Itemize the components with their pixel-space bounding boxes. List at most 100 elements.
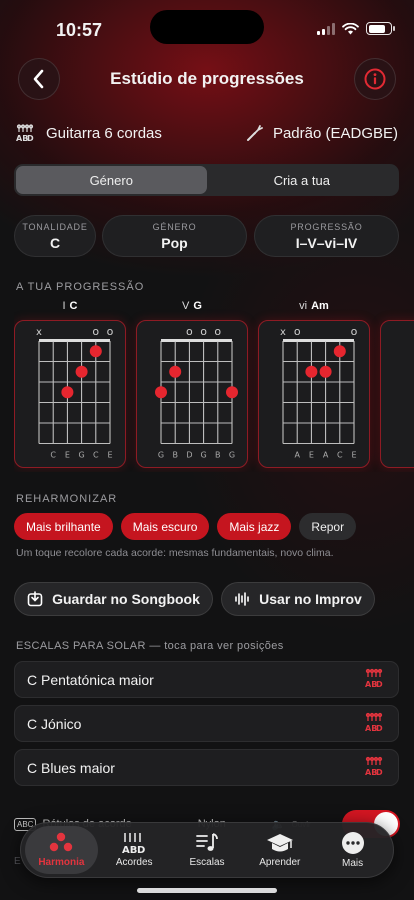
- genre-pill-value: Pop: [161, 234, 188, 251]
- chord-card-partial[interactable]: [380, 320, 414, 468]
- tab-acordes[interactable]: AB D Acordes: [98, 826, 171, 874]
- chord-name: Am: [311, 300, 329, 312]
- battery-icon: [366, 22, 395, 35]
- string-note-label: C: [337, 451, 343, 460]
- string-note-label: E: [65, 451, 70, 460]
- segment-genero[interactable]: Género: [16, 166, 207, 194]
- music-notes-icon: [196, 833, 218, 851]
- svg-text:D: D: [376, 768, 383, 776]
- use-improv-button[interactable]: Usar no Improv: [221, 582, 375, 616]
- string-note-label: E: [107, 451, 112, 460]
- open-string-marker: o: [200, 325, 207, 338]
- string-note-label: E: [309, 451, 314, 460]
- chord-heading: IC: [14, 300, 126, 312]
- dynamic-island: [150, 10, 264, 44]
- chord-diagram: x o oA E A C E: [280, 325, 358, 460]
- scale-name: C Blues maior: [27, 759, 115, 776]
- string-note-label: D: [186, 451, 192, 460]
- guitar-tab-icon: AB D: [16, 124, 34, 142]
- chord-card[interactable]: xooAEACE: [258, 320, 370, 468]
- svg-text:D: D: [137, 845, 145, 854]
- scale-row[interactable]: C Pentatónica maior AB D: [14, 661, 399, 698]
- chip-jazzier[interactable]: Mais jazz: [217, 513, 292, 540]
- finger-dot: [169, 365, 182, 378]
- progression-pill[interactable]: PROGRESSÃO I–V–vi–IV: [254, 215, 399, 257]
- signal-icon: [317, 22, 335, 35]
- chord-degree: vi: [299, 300, 308, 312]
- genre-pill[interactable]: GÉNERO Pop: [102, 215, 247, 257]
- chord-diagram: x o oC E G C E: [36, 325, 114, 460]
- open-string-marker: o: [107, 325, 114, 338]
- finger-dot: [75, 365, 88, 378]
- string-note-label: G: [158, 451, 164, 460]
- finger-dot: [226, 386, 238, 399]
- chip-reset[interactable]: Repor: [299, 513, 357, 540]
- svg-text:D: D: [27, 134, 34, 142]
- scale-row[interactable]: C Jónico AB D: [14, 705, 399, 742]
- reharmonize-section-label: REHARMONIZAR: [16, 493, 118, 505]
- progression-pill-value: I–V–vi–IV: [295, 234, 358, 251]
- finger-dot: [319, 365, 332, 378]
- chord-nut: [39, 339, 110, 342]
- string-note-label: G: [78, 451, 84, 460]
- finger-dot: [305, 365, 318, 378]
- chip-brighter[interactable]: Mais brilhante: [14, 513, 113, 540]
- genre-pill-label: GÉNERO: [152, 221, 197, 232]
- chord-card[interactable]: xooCEGCE: [14, 320, 126, 468]
- scale-name: C Pentatónica maior: [27, 671, 154, 688]
- string-note-label: E: [351, 451, 356, 460]
- tab-notation-icon: AB D: [364, 712, 386, 735]
- save-songbook-label: Guardar no Songbook: [52, 591, 200, 607]
- wifi-icon: [342, 22, 359, 34]
- tuning-selector[interactable]: Padrão (EADGBE): [246, 124, 398, 142]
- tab-bar: Harmonia AB D Acordes Escalas Aprender M…: [20, 822, 394, 878]
- info-button[interactable]: [354, 58, 396, 100]
- string-note-label: A: [294, 451, 300, 460]
- tab-harmonia[interactable]: Harmonia: [25, 826, 98, 874]
- tab-mais-label: Mais: [342, 858, 364, 869]
- muted-string-marker: x: [36, 327, 42, 338]
- info-icon: [364, 68, 386, 90]
- page-title: Estúdio de progressões: [110, 69, 304, 88]
- ellipsis-icon: [341, 832, 364, 854]
- finger-dot: [61, 386, 74, 399]
- tab-aprender-label: Aprender: [259, 857, 301, 868]
- chip-darker[interactable]: Mais escuro: [120, 513, 210, 540]
- segment-cria-a-tua[interactable]: Cria a tua: [207, 166, 398, 194]
- chord-nut: [283, 339, 354, 342]
- scales-section-label: ESCALAS PARA SOLAR — toca para ver posiç…: [16, 640, 284, 652]
- instrument-selector[interactable]: AB D Guitarra 6 cordas: [16, 124, 162, 142]
- reharmonize-chips: Mais brilhante Mais escuro Mais jazz Rep…: [14, 513, 357, 540]
- finger-dot: [89, 345, 102, 358]
- waveform-icon: [235, 592, 249, 606]
- mode-segmented-control: Género Cria a tua: [14, 164, 399, 196]
- tuning-fork-icon: [246, 125, 263, 141]
- chord-heading: vi Am: [258, 300, 370, 312]
- tab-aprender[interactable]: Aprender: [243, 826, 316, 874]
- tab-notation-icon: AB D: [364, 756, 386, 779]
- tab-notation-icon: AB D: [122, 833, 146, 854]
- scale-name: C Jónico: [27, 715, 82, 732]
- home-indicator: [137, 888, 277, 893]
- svg-text:D: D: [376, 724, 383, 732]
- progression-section-label: A TUA PROGRESSÃO: [16, 281, 145, 293]
- open-string-marker: o: [214, 325, 221, 338]
- tab-escalas[interactable]: Escalas: [171, 826, 244, 874]
- string-note-label: B: [215, 451, 221, 460]
- chord-carousel[interactable]: I Cx o o C E G C E V Go o o G B D G B Gvi Am x o o A E A C E: [14, 300, 414, 472]
- key-pill-value: C: [49, 234, 61, 251]
- finger-dot: [333, 345, 346, 358]
- string-note-label: C: [50, 451, 56, 460]
- open-string-marker: o: [294, 325, 301, 338]
- string-note-label: B: [172, 451, 178, 460]
- save-songbook-button[interactable]: Guardar no Songbook: [14, 582, 213, 616]
- tab-mais[interactable]: Mais: [316, 826, 389, 874]
- svg-text:D: D: [376, 680, 383, 688]
- key-pill[interactable]: TONALIDADE C: [14, 215, 96, 257]
- tab-harmonia-label: Harmonia: [38, 857, 85, 868]
- chord-degree: V: [182, 300, 190, 312]
- key-pill-label: TONALIDADE: [22, 221, 88, 232]
- tab-escalas-label: Escalas: [189, 857, 225, 868]
- scale-row[interactable]: C Blues maior AB D: [14, 749, 399, 786]
- chord-card[interactable]: oooGBDGBG: [136, 320, 248, 468]
